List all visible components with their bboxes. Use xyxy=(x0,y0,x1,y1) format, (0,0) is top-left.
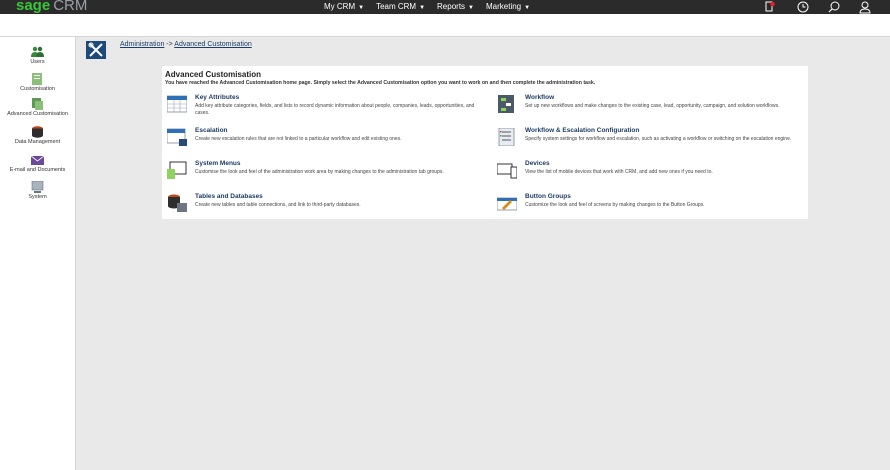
sidebar-item-label: Data Management xyxy=(14,139,61,145)
option-title: Key Attributes xyxy=(195,94,240,101)
chevron-down-icon: ▼ xyxy=(524,5,531,11)
notification-icon[interactable] xyxy=(762,0,776,14)
users-icon xyxy=(31,45,44,57)
customisation-icon xyxy=(31,72,44,85)
option-title: Button Groups xyxy=(525,193,571,200)
option-devices[interactable]: Devices View the list of mobile devices … xyxy=(496,160,817,186)
sidebar-item-system[interactable]: System xyxy=(0,180,75,204)
tables-databases-icon xyxy=(167,194,187,212)
breadcrumb: Administration -> Advanced Customisation xyxy=(120,41,252,48)
sidebar-item-advanced-customisation[interactable]: Advanced Customisation xyxy=(0,97,75,121)
breadcrumb-advanced-customisation-link[interactable]: Advanced Customisation xyxy=(174,41,251,48)
option-description: View the list of mobile devices that wor… xyxy=(525,169,713,175)
chevron-down-icon: ▼ xyxy=(419,5,426,11)
option-workflow-escalation-configuration[interactable]: Workflow & Escalation Configuration Spec… xyxy=(497,127,817,153)
breadcrumb-separator: -> xyxy=(164,41,175,48)
breadcrumb-administration-link[interactable]: Administration xyxy=(120,41,164,48)
user-icon[interactable] xyxy=(858,0,872,14)
secondary-bar xyxy=(0,14,890,37)
option-title: System Menus xyxy=(195,160,241,167)
option-key-attributes[interactable]: Key Attributes Add key attribute categor… xyxy=(166,94,487,120)
advanced-customisation-icon xyxy=(31,97,44,110)
menu-reports-label: Reports xyxy=(437,2,466,11)
option-workflow[interactable]: Workflow Set up new workflows and make c… xyxy=(497,94,817,120)
key-attributes-icon xyxy=(166,95,188,113)
option-title: Escalation xyxy=(195,127,228,134)
devices-icon xyxy=(496,161,518,179)
option-title: Tables and Databases xyxy=(195,193,263,200)
option-description: Add key attribute categories, fields, an… xyxy=(195,103,475,116)
option-system-menus[interactable]: System Menus Customise the look and feel… xyxy=(167,160,487,186)
administration-tools-icon xyxy=(86,41,106,59)
sidebar-item-label: Customisation xyxy=(20,86,55,92)
advanced-customisation-panel: Advanced Customisation You have reached … xyxy=(162,66,808,219)
clock-icon[interactable] xyxy=(796,0,810,14)
escalation-icon xyxy=(166,128,187,146)
option-description: Set up new workflows and make changes to… xyxy=(525,103,780,109)
menu-my-crm[interactable]: My CRM ▼ xyxy=(318,0,370,14)
option-title: Devices xyxy=(525,160,550,167)
sidebar-item-customisation[interactable]: Customisation xyxy=(0,72,75,96)
logo-crm-text: CRM xyxy=(53,0,88,14)
menu-team-crm[interactable]: Team CRM ▼ xyxy=(370,0,431,14)
option-description: Specify system settings for workflow and… xyxy=(525,136,792,142)
option-description: Create new escalation rules that are not… xyxy=(195,136,402,142)
button-groups-icon xyxy=(496,194,518,212)
option-escalation[interactable]: Escalation Create new escalation rules t… xyxy=(166,127,487,153)
admin-sidebar: Users Customisation Advanced Customisati… xyxy=(0,37,76,470)
workflow-icon xyxy=(497,95,517,113)
workflow-configuration-icon xyxy=(497,127,517,147)
sidebar-item-label: E-mail and Documents xyxy=(9,167,66,173)
option-description: Customize the look and feel of screens b… xyxy=(525,202,705,208)
data-management-icon xyxy=(31,125,44,138)
top-navigation-bar: sage CRM My CRM ▼ Team CRM ▼ Reports ▼ Marke… xyxy=(0,0,890,14)
sidebar-item-email-and-documents[interactable]: E-mail and Documents xyxy=(0,153,75,177)
menu-reports[interactable]: Reports ▼ xyxy=(431,0,480,14)
menu-marketing[interactable]: Marketing ▼ xyxy=(480,0,536,14)
sidebar-item-label: System xyxy=(28,194,47,200)
option-title: Workflow & Escalation Configuration xyxy=(525,127,640,134)
option-title: Workflow xyxy=(525,94,555,101)
search-icon[interactable] xyxy=(827,0,841,14)
page-subtitle: You have reached the Advanced Customisat… xyxy=(165,80,596,86)
main-content: Administration -> Advanced Customisation… xyxy=(76,37,890,470)
menu-marketing-label: Marketing xyxy=(486,2,522,11)
option-description: Customise the look and feel of the admin… xyxy=(195,169,444,175)
sidebar-item-label: Users xyxy=(30,59,45,65)
option-description: Create new tables and table connections,… xyxy=(195,202,361,208)
sidebar-item-data-management[interactable]: Data Management xyxy=(0,125,75,149)
option-button-groups[interactable]: Button Groups Customize the look and fee… xyxy=(496,193,817,219)
system-menus-icon xyxy=(167,161,187,179)
logo-sage-text: sage xyxy=(16,0,51,14)
chevron-down-icon: ▼ xyxy=(358,5,365,11)
sage-crm-logo[interactable]: sage CRM xyxy=(16,0,87,15)
email-icon xyxy=(30,153,45,165)
menu-my-crm-label: My CRM xyxy=(324,2,356,11)
menu-team-crm-label: Team CRM xyxy=(376,2,417,11)
page-title: Advanced Customisation xyxy=(165,70,262,79)
main-menu: My CRM ▼ Team CRM ▼ Reports ▼ Marketing ▼ xyxy=(318,0,536,14)
chevron-down-icon: ▼ xyxy=(468,5,474,11)
sidebar-item-users[interactable]: Users xyxy=(0,45,75,69)
system-icon xyxy=(31,180,44,193)
sidebar-item-label: Advanced Customisation xyxy=(7,111,68,117)
option-tables-and-databases[interactable]: Tables and Databases Create new tables a… xyxy=(167,193,487,219)
